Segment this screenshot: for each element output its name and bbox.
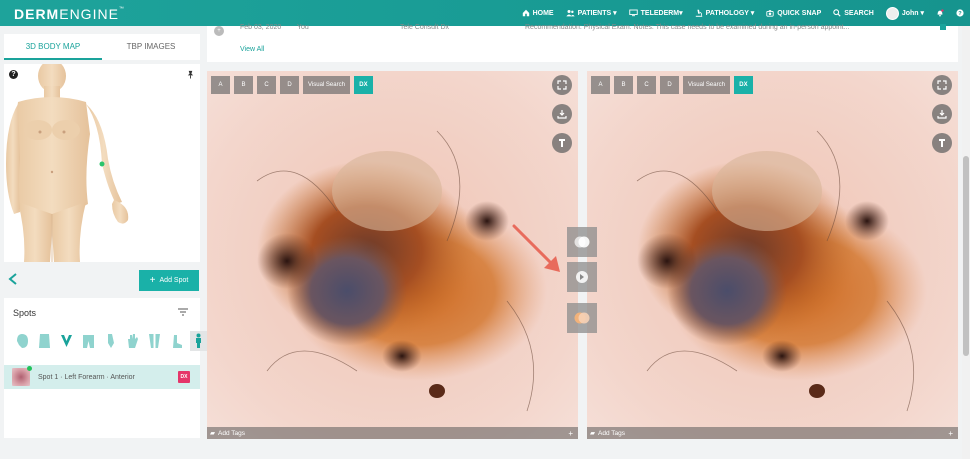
fullscreen-icon[interactable] — [932, 75, 952, 95]
nav-telederm[interactable]: TELEDERM▾ — [628, 9, 683, 17]
view-all-link[interactable]: View All — [240, 46, 264, 53]
spot-thumbnail — [12, 366, 32, 386]
chest-filter-icon[interactable] — [58, 331, 75, 351]
panel-toolbar: A B C D Visual Search DX — [591, 76, 753, 94]
fullscreen-icon[interactable] — [552, 75, 572, 95]
visual-search-button[interactable]: Visual Search — [683, 76, 730, 94]
home-icon — [522, 9, 529, 17]
legs-filter-icon[interactable] — [146, 331, 163, 351]
page-scrollbar[interactable] — [962, 26, 970, 459]
full-body-filter-icon[interactable] — [190, 331, 207, 351]
add-tags-bar[interactable]: ▰ Add Tags + — [207, 427, 578, 439]
dermatoscope-icon[interactable] — [552, 133, 572, 153]
scrollbar-thumb[interactable] — [963, 156, 969, 356]
swipe-compare-button[interactable] — [567, 262, 597, 292]
user-menu[interactable]: John ▾ — [885, 6, 924, 20]
help[interactable]: ? — [956, 9, 964, 17]
help-icon: ? — [956, 9, 964, 17]
panel-toolbar: A B C D Visual Search DX — [211, 76, 373, 94]
foot-filter-icon[interactable] — [168, 331, 185, 351]
dx-badge[interactable]: DX — [178, 371, 190, 383]
spots-title: Spots — [13, 308, 37, 318]
camera-icon — [766, 10, 774, 17]
left-tabs: 3D BODY MAP TBP IMAGES — [4, 34, 200, 60]
history-card: + Feb 03, 2020 You Tele Consult Dx Recom… — [207, 24, 958, 62]
blend-circles-icon — [574, 312, 590, 324]
spot-label: Spot 1 · Left Forearm · Anterior — [38, 373, 135, 381]
tab-tbp-images[interactable]: TBP IMAGES — [102, 34, 200, 60]
spot-list-item[interactable]: Spot 1 · Left Forearm · Anterior DX — [4, 365, 200, 389]
add-spot-button[interactable]: + Add Spot — [139, 270, 199, 291]
top-navigation-bar: DERMENGINE™ HOME PATIENTS ▾ TELEDERM▾ PA… — [0, 0, 970, 26]
tab-3d-body-map[interactable]: 3D BODY MAP — [4, 34, 102, 60]
nav-pathology[interactable]: PATHOLOGY ▾ — [695, 9, 754, 17]
view-a-button[interactable]: A — [211, 76, 230, 94]
svg-text:?: ? — [958, 11, 962, 17]
dermoscopy-panel-right[interactable]: A B C D Visual Search DX ▰ Add Tags + — [587, 71, 958, 439]
bell-icon — [937, 9, 944, 17]
tag-icon: ▰ — [590, 430, 595, 437]
annotation-arrow — [512, 224, 560, 272]
telederm-icon — [628, 9, 638, 17]
add-tag-plus-icon[interactable]: + — [948, 429, 953, 438]
view-d-button[interactable]: D — [660, 76, 679, 94]
microscope-icon — [695, 9, 702, 17]
plus-icon: + — [149, 275, 156, 286]
arm-filter-icon[interactable] — [102, 331, 119, 351]
pelvis-filter-icon[interactable] — [80, 331, 97, 351]
main-nav: HOME PATIENTS ▾ TELEDERM▾ PATHOLOGY ▾ QU… — [522, 0, 970, 26]
add-tag-plus-icon[interactable]: + — [568, 429, 573, 438]
back-arrow-icon[interactable] — [8, 272, 18, 290]
torso-filter-icon[interactable] — [36, 331, 53, 351]
download-icon[interactable] — [552, 104, 572, 124]
blend-compare-button[interactable] — [567, 303, 597, 333]
view-d-button[interactable]: D — [280, 76, 299, 94]
dermengine-logo[interactable]: DERMENGINE™ — [14, 6, 125, 22]
overlay-circles-icon — [574, 236, 590, 248]
overlay-compare-button[interactable] — [567, 227, 597, 257]
users-icon — [565, 10, 575, 17]
head-filter-icon[interactable] — [14, 331, 31, 351]
sort-icon[interactable] — [178, 308, 188, 316]
view-c-button[interactable]: C — [637, 76, 656, 94]
view-b-button[interactable]: B — [614, 76, 633, 94]
search-icon — [833, 9, 841, 17]
nav-patients[interactable]: PATIENTS ▾ — [565, 9, 617, 17]
dx-button[interactable]: DX — [733, 76, 753, 94]
view-c-button[interactable]: C — [257, 76, 276, 94]
body-map-viewer[interactable]: ? — [4, 64, 200, 262]
view-b-button[interactable]: B — [234, 76, 253, 94]
left-panel: 3D BODY MAP TBP IMAGES — [4, 34, 200, 60]
body-part-filter — [14, 331, 207, 351]
download-icon[interactable] — [932, 104, 952, 124]
body-model[interactable] — [4, 64, 200, 262]
dermoscopy-image[interactable] — [587, 71, 958, 439]
visual-search-button[interactable]: Visual Search — [303, 76, 350, 94]
dx-button[interactable]: DX — [353, 76, 373, 94]
notifications[interactable] — [936, 9, 944, 17]
timeline-marker-icon: + — [214, 26, 224, 36]
hand-filter-icon[interactable] — [124, 331, 141, 351]
avatar — [885, 6, 899, 20]
nav-quick-snap[interactable]: QUICK SNAP — [766, 9, 821, 17]
swipe-circles-icon — [576, 271, 588, 283]
dermatoscope-icon[interactable] — [932, 133, 952, 153]
status-dot — [27, 366, 32, 371]
add-tags-bar[interactable]: ▰ Add Tags + — [587, 427, 958, 439]
tag-icon: ▰ — [210, 430, 215, 437]
nav-search[interactable]: SEARCH — [833, 9, 874, 17]
history-status-icon — [940, 24, 946, 30]
spot-marker[interactable] — [99, 161, 105, 167]
view-a-button[interactable]: A — [591, 76, 610, 94]
nav-home[interactable]: HOME — [522, 9, 554, 17]
